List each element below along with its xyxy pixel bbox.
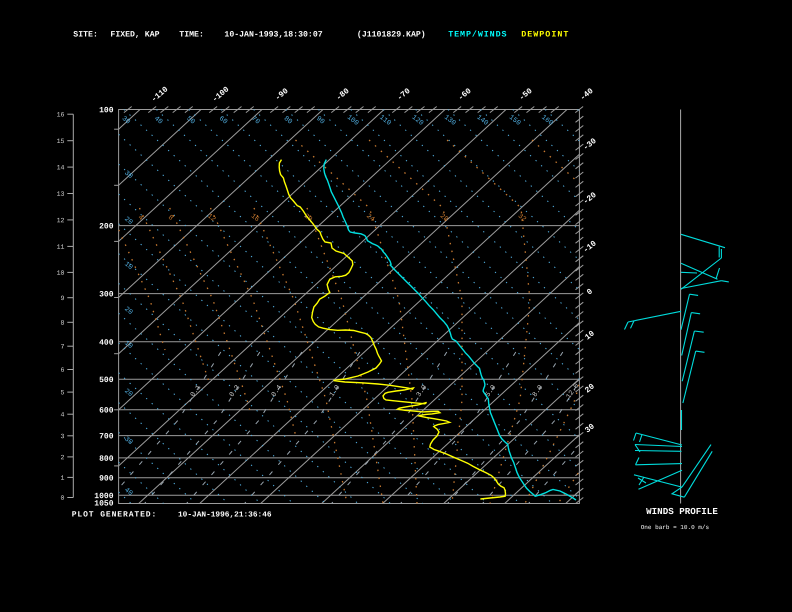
svg-text:8: 8 — [61, 320, 65, 327]
svg-text:6: 6 — [61, 367, 65, 374]
svg-text:10-JAN-1993,18:30:07: 10-JAN-1993,18:30:07 — [224, 31, 322, 40]
svg-text:DEWPOINT: DEWPOINT — [521, 30, 569, 40]
svg-text:900: 900 — [99, 474, 114, 483]
svg-text:WINDS PROFILE: WINDS PROFILE — [646, 506, 718, 517]
svg-text:10-JAN-1996,21:36:46: 10-JAN-1996,21:36:46 — [178, 512, 272, 520]
svg-text:300: 300 — [99, 290, 114, 299]
svg-text:600: 600 — [99, 406, 114, 415]
svg-text:15: 15 — [57, 138, 65, 145]
svg-text:FIXED, KAP: FIXED, KAP — [110, 31, 159, 40]
svg-text:100: 100 — [99, 106, 114, 115]
svg-text:TIME:: TIME: — [179, 31, 204, 40]
svg-text:5: 5 — [61, 389, 65, 396]
svg-text:9: 9 — [61, 295, 65, 302]
svg-text:7: 7 — [61, 343, 65, 350]
svg-text:4: 4 — [61, 411, 65, 418]
svg-text:10: 10 — [57, 270, 65, 277]
svg-text:800: 800 — [99, 455, 114, 464]
svg-text:TEMP/WINDS: TEMP/WINDS — [448, 30, 507, 40]
svg-text:1: 1 — [61, 475, 65, 482]
svg-text:200: 200 — [99, 222, 114, 231]
svg-text:13: 13 — [57, 191, 65, 198]
svg-text:SITE:: SITE: — [73, 31, 98, 40]
svg-text:500: 500 — [99, 376, 114, 385]
svg-text:700: 700 — [99, 432, 114, 441]
svg-text:(J1101829.KAP): (J1101829.KAP) — [357, 30, 426, 40]
svg-text:14: 14 — [57, 164, 65, 171]
svg-text:11: 11 — [57, 244, 65, 251]
svg-text:3: 3 — [61, 433, 65, 440]
svg-text:1050: 1050 — [94, 499, 113, 508]
svg-text:400: 400 — [99, 339, 114, 348]
svg-text:PLOT GENERATED:: PLOT GENERATED: — [72, 511, 158, 520]
svg-text:12: 12 — [57, 217, 65, 224]
svg-text:16: 16 — [57, 111, 65, 118]
svg-text:0: 0 — [61, 495, 65, 502]
svg-text:One barb = 10.0 m/s: One barb = 10.0 m/s — [641, 524, 710, 531]
svg-text:2: 2 — [61, 454, 65, 461]
